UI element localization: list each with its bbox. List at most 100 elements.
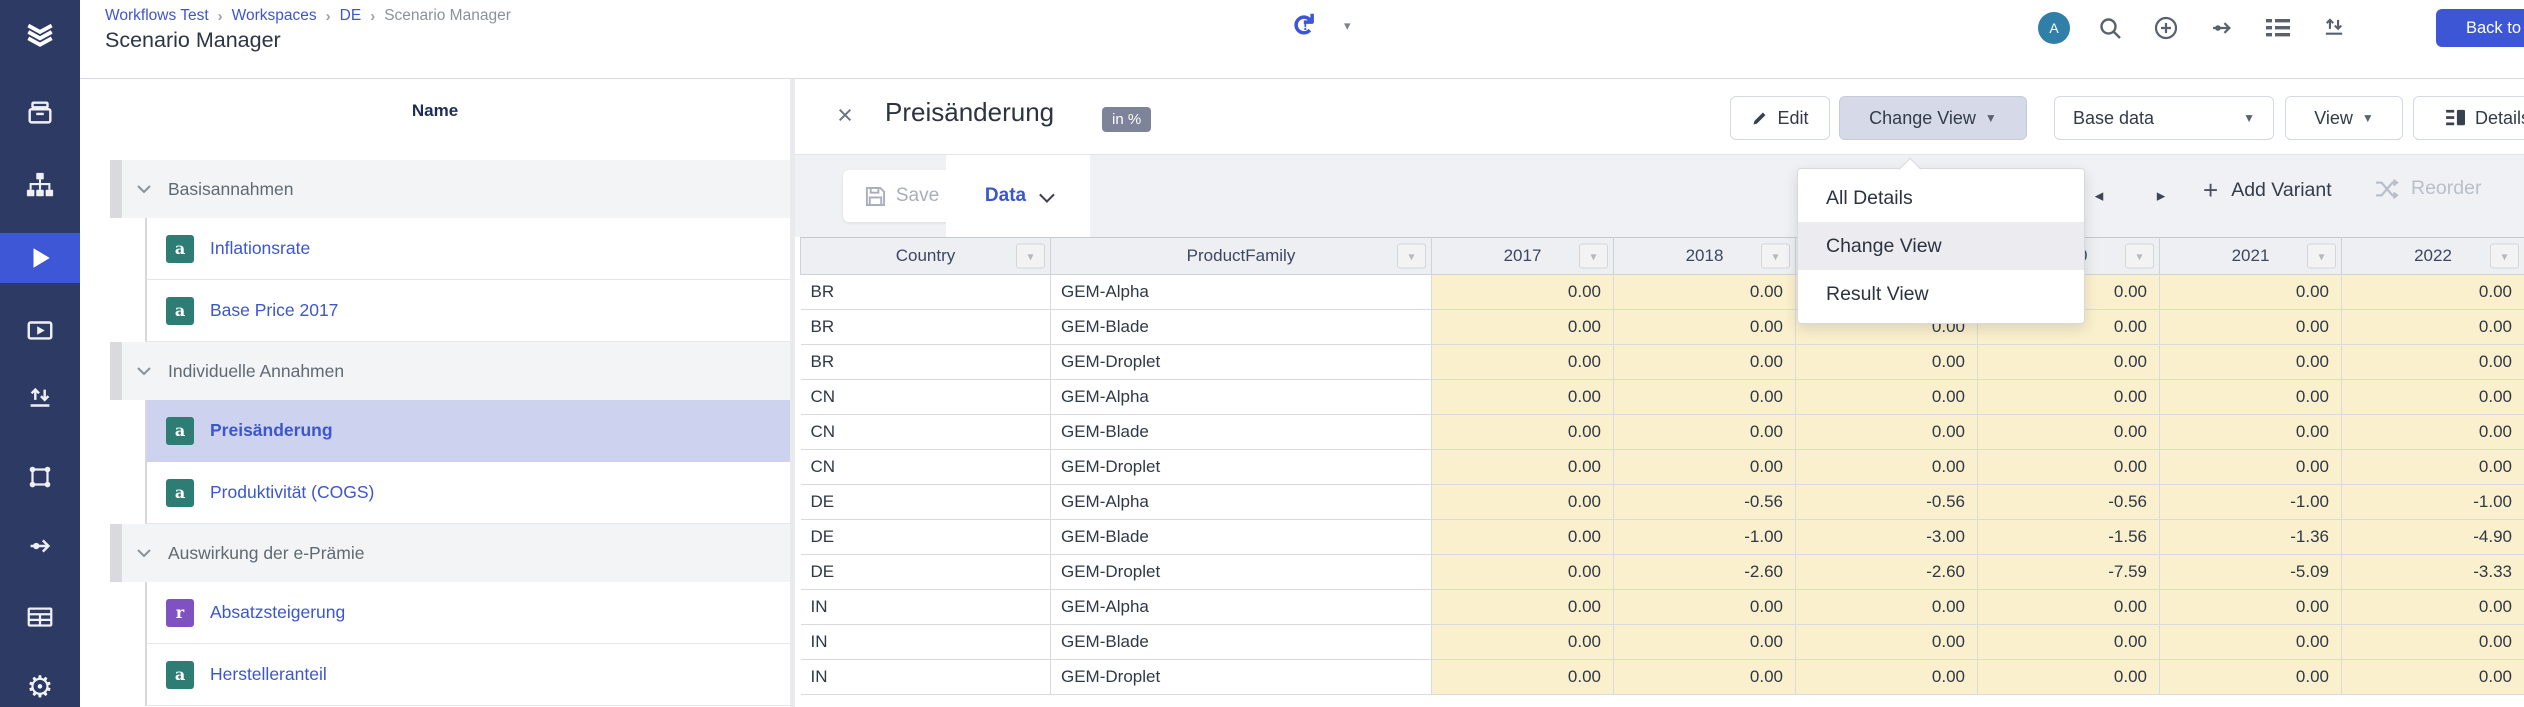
cell-country[interactable]: BR (801, 345, 1051, 380)
cell-product-family[interactable]: GEM-Alpha (1051, 485, 1432, 520)
menu-item-change-view[interactable]: Change View (1798, 222, 2084, 270)
breadcrumb-link[interactable]: Workspaces (232, 7, 317, 25)
tree-group-basisannahmen[interactable]: Basisannahmen (110, 160, 790, 218)
cell-value[interactable]: 0.00 (1796, 345, 1978, 380)
cell-value[interactable]: -2.60 (1796, 555, 1978, 590)
cell-value[interactable]: 0.00 (1978, 660, 2160, 695)
cell-value[interactable]: 0.00 (1614, 415, 1796, 450)
add-circle-icon[interactable] (2138, 15, 2194, 41)
cell-value[interactable]: 0.00 (2160, 275, 2342, 310)
cell-value[interactable]: 0.00 (1614, 275, 1796, 310)
cell-value[interactable]: 0.00 (1432, 590, 1614, 625)
cell-value[interactable]: 0.00 (1614, 380, 1796, 415)
cell-value[interactable]: -1.56 (1978, 520, 2160, 555)
cell-product-family[interactable]: GEM-Alpha (1051, 275, 1432, 310)
column-header-country[interactable]: Country (801, 238, 1051, 275)
cell-country[interactable]: DE (801, 555, 1051, 590)
cell-value[interactable]: -1.36 (2160, 520, 2342, 555)
cell-value[interactable]: 0.00 (2160, 345, 2342, 380)
cell-value[interactable]: 0.00 (1432, 625, 1614, 660)
cell-value[interactable]: 0.00 (1432, 555, 1614, 590)
tree-item[interactable]: a Base Price 2017 (145, 280, 790, 342)
cell-value[interactable]: 0.00 (1796, 415, 1978, 450)
breadcrumb-link[interactable]: DE (340, 7, 362, 25)
cell-value[interactable]: 0.00 (1796, 590, 1978, 625)
filter-icon[interactable] (1016, 244, 1045, 269)
cell-value[interactable]: 0.00 (2160, 380, 2342, 415)
tree-item-selected[interactable]: a Preisänderung (145, 400, 790, 462)
cell-country[interactable]: CN (801, 380, 1051, 415)
cell-country[interactable]: DE (801, 520, 1051, 555)
cell-value[interactable]: 0.00 (1796, 660, 1978, 695)
cell-value[interactable]: 0.00 (2160, 590, 2342, 625)
cell-value[interactable]: -4.90 (2342, 520, 2524, 555)
tree-item-link[interactable]: Produktivität (COGS) (210, 482, 374, 503)
tree-item-link[interactable]: Inflationsrate (210, 238, 310, 259)
list-icon[interactable] (2250, 16, 2306, 40)
cell-value[interactable]: 0.00 (1978, 345, 2160, 380)
cell-value[interactable]: 0.00 (2342, 590, 2524, 625)
cell-value[interactable]: 0.00 (2160, 625, 2342, 660)
cell-value[interactable]: 0.00 (2342, 660, 2524, 695)
tree-item-link[interactable]: Preisänderung (210, 420, 333, 441)
view-select[interactable]: View ▼ (2285, 96, 2403, 140)
breadcrumb-link[interactable]: Workflows Test (105, 7, 209, 25)
cell-value[interactable]: -3.33 (2342, 555, 2524, 590)
cell-country[interactable]: CN (801, 450, 1051, 485)
cell-value[interactable]: 0.00 (1796, 380, 1978, 415)
cell-value[interactable]: -1.00 (2342, 485, 2524, 520)
cell-value[interactable]: 0.00 (2342, 415, 2524, 450)
rail-item-hierarchy[interactable] (0, 160, 80, 210)
avatar[interactable]: A (2026, 12, 2082, 44)
rail-logo[interactable] (0, 8, 80, 58)
cell-value[interactable]: 0.00 (1432, 310, 1614, 345)
column-header-productfamily[interactable]: ProductFamily (1051, 238, 1432, 275)
tree-group-individuelle-annahmen[interactable]: Individuelle Annahmen (110, 342, 790, 400)
filter-icon[interactable] (1761, 244, 1790, 269)
cell-value[interactable]: 0.00 (1614, 345, 1796, 380)
filter-icon[interactable] (2307, 244, 2336, 269)
cell-product-family[interactable]: GEM-Alpha (1051, 380, 1432, 415)
cell-value[interactable]: -0.56 (1978, 485, 2160, 520)
column-header-year[interactable]: 2022 (2342, 238, 2524, 275)
cell-value[interactable]: 0.00 (1614, 450, 1796, 485)
cell-product-family[interactable]: GEM-Blade (1051, 415, 1432, 450)
rail-item-runs[interactable] (0, 305, 80, 355)
cell-value[interactable]: 0.00 (2160, 310, 2342, 345)
base-data-select[interactable]: Base data ▼ (2054, 96, 2274, 140)
cell-value[interactable]: -2.60 (1614, 555, 1796, 590)
cell-value[interactable]: 0.00 (1432, 520, 1614, 555)
cell-country[interactable]: BR (801, 275, 1051, 310)
cell-product-family[interactable]: GEM-Droplet (1051, 555, 1432, 590)
cell-product-family[interactable]: GEM-Blade (1051, 520, 1432, 555)
cell-product-family[interactable]: GEM-Droplet (1051, 450, 1432, 485)
cell-value[interactable]: 0.00 (1796, 625, 1978, 660)
cell-country[interactable]: IN (801, 625, 1051, 660)
filter-icon[interactable] (1397, 244, 1426, 269)
cell-value[interactable]: 0.00 (1796, 450, 1978, 485)
tree-item-link[interactable]: Herstelleranteil (210, 664, 327, 685)
cell-country[interactable]: DE (801, 485, 1051, 520)
rail-item-table[interactable] (0, 592, 80, 642)
cell-value[interactable]: -1.00 (2160, 485, 2342, 520)
add-variant-button[interactable]: + Add Variant (2203, 177, 2332, 203)
cell-country[interactable]: CN (801, 415, 1051, 450)
cell-product-family[interactable]: GEM-Droplet (1051, 345, 1432, 380)
column-header-year[interactable]: 2017 (1432, 238, 1614, 275)
filter-icon[interactable] (1579, 244, 1608, 269)
cell-value[interactable]: 0.00 (1432, 450, 1614, 485)
rail-item-flow[interactable] (0, 521, 80, 571)
cell-value[interactable]: 0.00 (1614, 660, 1796, 695)
cell-value[interactable]: 0.00 (2160, 660, 2342, 695)
search-icon[interactable] (2082, 15, 2138, 41)
filter-icon[interactable] (2490, 244, 2519, 269)
column-header-year[interactable]: 2018 (1614, 238, 1796, 275)
change-view-button[interactable]: Change View ▼ (1839, 96, 2027, 140)
rail-item-settings[interactable]: ⚙ (0, 663, 80, 707)
tree-group-auswirkung-e-praemie[interactable]: Auswirkung der e-Prämie (110, 524, 790, 582)
close-icon[interactable]: × (827, 97, 863, 133)
tree-item[interactable]: a Produktivität (COGS) (145, 462, 790, 524)
cell-value[interactable]: 0.00 (1432, 415, 1614, 450)
cell-value[interactable]: -1.00 (1614, 520, 1796, 555)
cell-value[interactable]: 0.00 (2342, 310, 2524, 345)
